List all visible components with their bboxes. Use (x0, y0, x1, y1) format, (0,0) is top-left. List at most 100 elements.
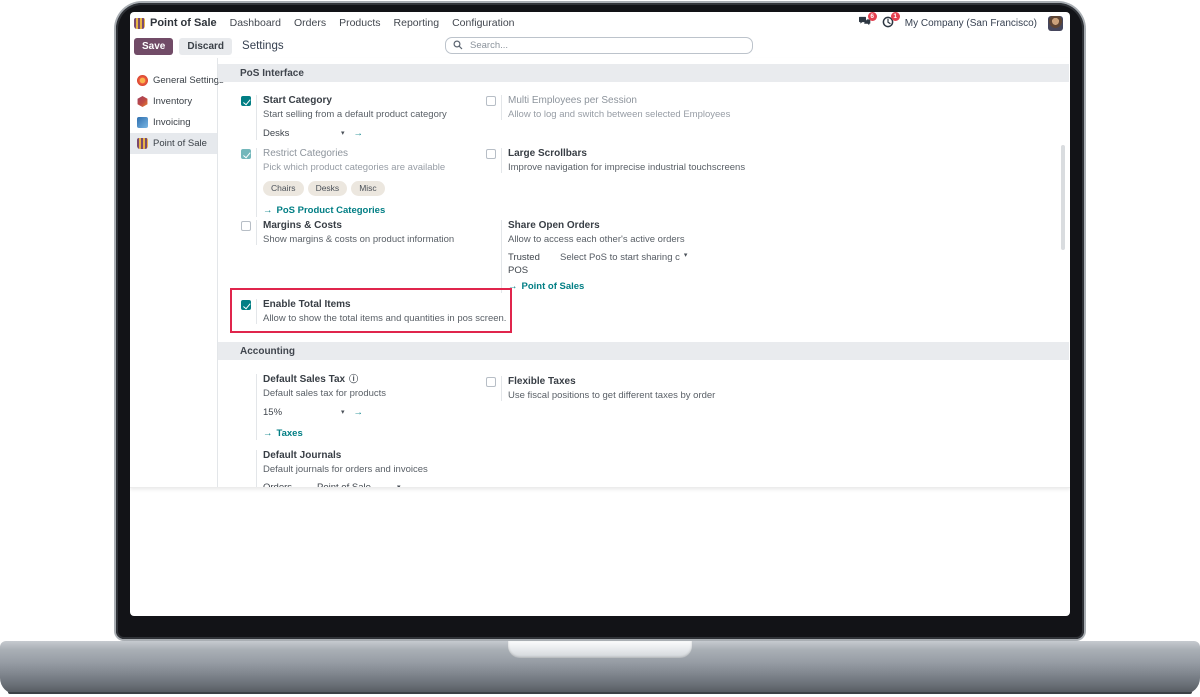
scrollbar-thumb[interactable] (1061, 145, 1065, 250)
flexible-taxes-checkbox[interactable] (486, 377, 496, 387)
activities-badge: 1 (890, 12, 900, 21)
internal-link-icon: → (263, 428, 273, 440)
setting-start-category: Start Category Start selling from a defa… (241, 95, 475, 141)
internal-link-icon[interactable]: → (354, 407, 364, 419)
start-category-select[interactable]: Desks ▾ → (263, 128, 363, 140)
setting-label: Restrict Categories (263, 148, 349, 159)
internal-link-icon[interactable]: → (410, 482, 420, 487)
pos-product-categories-link[interactable]: → PoS Product Categories (263, 205, 475, 217)
sidebar-item-inventory[interactable]: Inventory (130, 91, 217, 112)
inventory-icon (137, 96, 148, 107)
setting-default-sales-tax: Default Sales Tax ⓘ Default sales tax for… (241, 374, 475, 441)
breadcrumb: Settings (242, 40, 284, 52)
general-settings-icon (137, 75, 148, 86)
section-header-pos-interface: PoS Interface (218, 64, 1069, 82)
sidebar-item-invoicing[interactable]: Invoicing (130, 112, 217, 133)
chevron-down-icon[interactable]: ▾ (341, 409, 345, 418)
app-switcher[interactable]: Point of Sale (134, 17, 217, 29)
divider (256, 450, 257, 487)
trusted-pos-select[interactable]: Select PoS to start sharing c ▾ (560, 252, 687, 277)
section-title: Accounting (240, 345, 295, 357)
start-category-checkbox[interactable] (241, 96, 251, 106)
setting-desc: Allow to show the total items and quanti… (263, 312, 507, 324)
taxes-link[interactable]: → Taxes (263, 428, 475, 440)
divider (256, 148, 257, 217)
divider (256, 220, 257, 246)
settings-main: PoS Interface Start Category Start selli… (218, 58, 1070, 487)
tag-misc[interactable]: Misc (351, 181, 385, 196)
setting-large-scrollbars: Large Scrollbars Improve navigation for … (486, 148, 746, 174)
orders-journal-select[interactable]: Point of Sale (317, 482, 393, 487)
menu-configuration[interactable]: Configuration (452, 17, 514, 29)
activities-button[interactable]: 1 (882, 12, 900, 31)
chevron-down-icon[interactable]: ▾ (684, 252, 688, 261)
setting-label: Multi Employees per Session (508, 95, 637, 106)
setting-label: Share Open Orders (508, 220, 600, 231)
sidebar-item-label: Invoicing (153, 117, 191, 128)
setting-label: Start Category (263, 95, 332, 106)
default-sales-tax-select[interactable]: 15% ▾ → (263, 407, 363, 419)
menu-orders[interactable]: Orders (294, 17, 326, 29)
setting-label: Margins & Costs (263, 220, 342, 231)
search-icon (453, 37, 463, 55)
setting-multi-employees: Multi Employees per Session Allow to log… (486, 95, 736, 121)
save-button[interactable]: Save (134, 37, 174, 55)
large-scrollbars-checkbox[interactable] (486, 149, 496, 159)
internal-link-icon[interactable]: → (354, 128, 364, 140)
messages-badge: 6 (867, 12, 877, 21)
tag-desks[interactable]: Desks (307, 181, 348, 196)
sidebar-item-label: Inventory (153, 96, 193, 107)
selected-value: Desks (263, 128, 290, 140)
info-icon[interactable]: ⓘ (349, 374, 358, 384)
chevron-down-icon[interactable]: ▾ (341, 130, 345, 139)
enable-total-items-checkbox[interactable] (241, 300, 251, 310)
setting-desc: Show margins & costs on product informat… (263, 233, 455, 245)
divider (501, 148, 502, 174)
pos-app-icon (134, 17, 145, 29)
multi-employees-checkbox[interactable] (486, 96, 496, 106)
messages-button[interactable]: 6 (858, 12, 877, 30)
invoicing-icon (137, 117, 148, 128)
setting-margins-costs: Margins & Costs Show margins & costs on … (241, 220, 475, 246)
setting-desc: Allow to log and switch between selected… (508, 108, 731, 120)
laptop-notch (508, 641, 692, 658)
setting-label: Large Scrollbars (508, 148, 587, 159)
category-tags: Chairs Desks Misc (263, 181, 475, 196)
setting-label: Default Journals (263, 450, 342, 461)
selected-value: Select PoS to start sharing c (560, 252, 680, 264)
screen: Point of Sale Dashboard Orders Products … (130, 12, 1070, 616)
margins-costs-checkbox[interactable] (241, 221, 251, 231)
sidebar-item-general-settings[interactable]: General Settings (130, 70, 224, 91)
company-menu[interactable]: My Company (San Francisco) (905, 18, 1037, 29)
sidebar-item-label: General Settings (153, 75, 224, 86)
setting-restrict-categories: Restrict Categories Pick which product c… (241, 148, 475, 217)
discard-button[interactable]: Discard (179, 37, 233, 55)
menu-reporting[interactable]: Reporting (394, 17, 440, 29)
setting-enable-total-items: Enable Total Items Allow to show the tot… (241, 299, 513, 325)
setting-desc: Improve navigation for imprecise industr… (508, 161, 746, 173)
divider (256, 95, 257, 141)
search-box[interactable] (445, 37, 753, 54)
sidebar-item-point-of-sale[interactable]: Point of Sale (130, 133, 217, 154)
setting-desc: Start selling from a default product cat… (263, 108, 447, 120)
menu-dashboard[interactable]: Dashboard (230, 17, 281, 29)
tag-chairs[interactable]: Chairs (263, 181, 304, 196)
user-avatar[interactable] (1048, 15, 1063, 31)
setting-flexible-taxes: Flexible Taxes Use fiscal positions to g… (486, 376, 736, 402)
link-label: PoS Product Categories (276, 205, 386, 216)
settings-page: General Settings Inventory Invoicing Poi… (130, 58, 1070, 488)
top-navbar: Point of Sale Dashboard Orders Products … (130, 12, 1070, 34)
menu-products[interactable]: Products (339, 17, 380, 29)
setting-desc: Pick which product categories are availa… (263, 161, 446, 173)
restrict-categories-checkbox[interactable] (241, 149, 251, 159)
divider (501, 376, 502, 402)
sidebar-item-label: Point of Sale (153, 138, 207, 149)
chevron-down-icon[interactable]: ▾ (397, 484, 401, 487)
point-of-sales-link[interactable]: → Point of Sales (508, 281, 736, 293)
orders-journal-label: Orders (263, 482, 293, 488)
setting-desc: Default journals for orders and invoices (263, 463, 428, 475)
divider (256, 374, 257, 441)
section-header-accounting: Accounting (218, 342, 1069, 360)
internal-link-icon: → (508, 281, 518, 293)
search-input[interactable] (468, 39, 745, 52)
